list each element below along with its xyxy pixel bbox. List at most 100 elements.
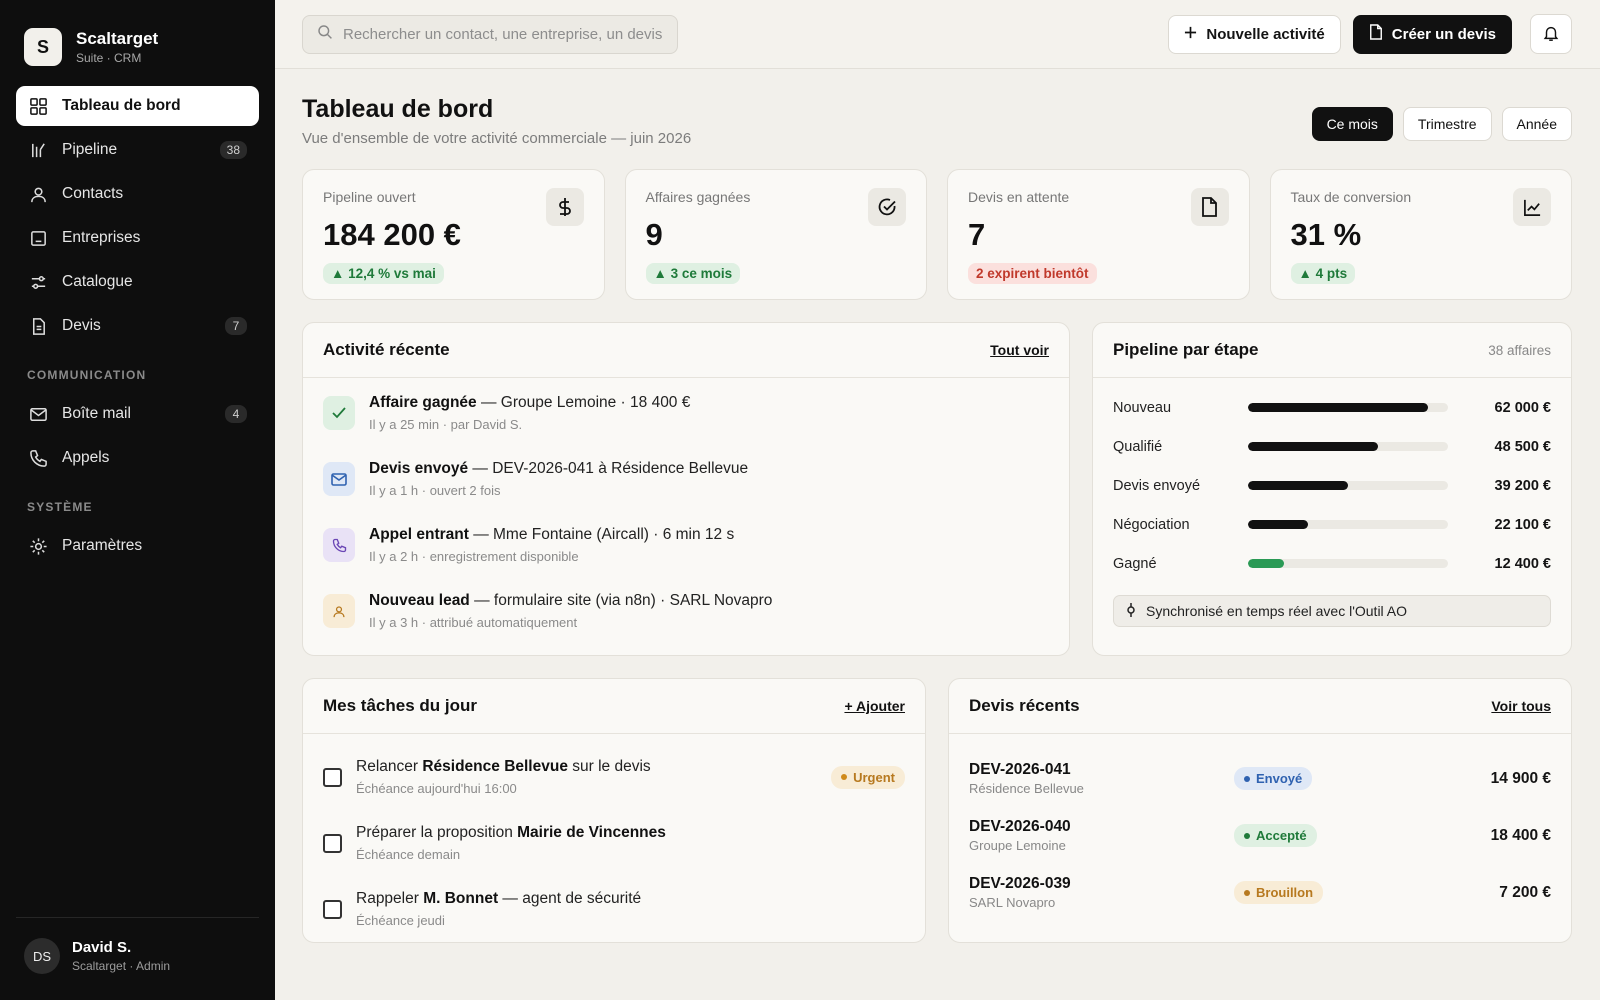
avatar: DS: [24, 938, 60, 974]
chart-line-icon: [1513, 188, 1551, 226]
status-badge: Accepté: [1234, 824, 1317, 847]
kpi-label: Taux de conversion: [1290, 189, 1412, 205]
task-target: Résidence Bellevue: [422, 758, 568, 775]
sidebar-item-label: Entreprises: [62, 229, 141, 246]
task-text: — agent de sécurité: [498, 890, 642, 907]
sidebar-item-mail[interactable]: Boîte mail 4: [16, 394, 259, 434]
status-label: Envoyé: [1256, 771, 1303, 786]
kpi-value: 31 %: [1290, 217, 1362, 252]
see-all-quotes-link[interactable]: Voir tous: [1491, 698, 1551, 714]
activity-item[interactable]: Appel entrant — Mme Fontaine (Aircall) ·…: [323, 526, 1049, 592]
activity-detail: — Mme Fontaine (Aircall) · 6 min 12 s: [468, 526, 735, 543]
create-quote-label: Créer un devis: [1391, 25, 1496, 43]
phone-icon: [28, 448, 48, 468]
pipeline-icon: [28, 140, 48, 160]
sidebar-item-label: Devis: [62, 317, 101, 334]
sidebar-item-dashboard[interactable]: Tableau de bord: [16, 86, 259, 126]
activity-type: Nouveau lead: [369, 592, 470, 609]
activity-title: Activité récente: [323, 340, 450, 359]
quote-row[interactable]: DEV-2026-041 Résidence Bellevue Envoyé 1…: [969, 750, 1551, 807]
kpi-delta: ▲ 3 ce mois: [645, 263, 741, 284]
activity-meta: Il y a 25 min · par David S.: [369, 417, 523, 432]
building-icon: [28, 228, 48, 248]
activity-detail: — Groupe Lemoine · 18 400 €: [476, 394, 691, 411]
task-checkbox[interactable]: [323, 899, 342, 919]
stage-bar: [1248, 403, 1448, 412]
brand-logo: S: [24, 28, 62, 66]
period-quarter[interactable]: Trimestre: [1402, 107, 1492, 141]
sidebar-item-pipeline[interactable]: Pipeline 38: [16, 130, 259, 170]
sidebar: S Scaltarget Suite · CRM Tableau de bord…: [0, 0, 275, 1000]
check-circle-icon: [868, 188, 906, 226]
period-month[interactable]: Ce mois: [1311, 107, 1393, 141]
stage-row: Négociation 22 100 €: [1113, 505, 1551, 544]
add-task-link[interactable]: + Ajouter: [844, 698, 905, 714]
sidebar-item-entreprises[interactable]: Entreprises: [16, 218, 259, 258]
pipeline-deals-count: 38 affaires: [1488, 342, 1551, 358]
quote-amount: 18 400 €: [1490, 826, 1551, 844]
quote-id: DEV-2026-041: [969, 761, 1071, 778]
sidebar-item-contacts[interactable]: Contacts: [16, 174, 259, 214]
sidebar-item-label: Paramètres: [62, 537, 143, 554]
quote-client: SARL Novapro: [969, 895, 1056, 910]
task-item: Rappeler M. Bonnet — agent de sécurité É…: [323, 876, 905, 942]
sidebar-item-catalogue[interactable]: Catalogue: [16, 262, 259, 302]
quote-row[interactable]: DEV-2026-039 SARL Novapro Brouillon 7 20…: [969, 864, 1551, 921]
sync-text: Synchronisé en temps réel avec l'Outil A…: [1146, 603, 1408, 619]
stage-bar: [1248, 442, 1448, 451]
sidebar-item-appels[interactable]: Appels: [16, 438, 259, 478]
sidebar-item-devis[interactable]: Devis 7: [16, 306, 259, 346]
quote-amount: 7 200 €: [1499, 883, 1551, 901]
stage-value: 39 200 €: [1494, 477, 1551, 494]
search-box: [302, 14, 678, 54]
sidebar-item-label: Tableau de bord: [62, 97, 181, 114]
stage-bar-fill: [1248, 559, 1284, 568]
dashboard-content: Tableau de bord Vue d'ensemble de votre …: [275, 69, 1600, 1000]
section-label-communication: COMMUNICATION: [27, 368, 147, 382]
search-input[interactable]: [343, 25, 663, 43]
recent-quotes-card: Devis récents Voir tous DEV-2026-041 Rés…: [948, 678, 1572, 943]
gear-icon: [28, 536, 48, 556]
kpi-card-pending: Devis en attente 7 2 expirent bientôt: [947, 169, 1250, 300]
stage-value: 22 100 €: [1494, 516, 1551, 533]
kpi-value: 9: [645, 217, 663, 252]
task-checkbox[interactable]: [323, 767, 342, 787]
task-item: Préparer la proposition Mairie de Vincen…: [323, 810, 905, 876]
task-list: Relancer Résidence Bellevue sur le devis…: [303, 734, 925, 942]
quote-id: DEV-2026-040: [969, 818, 1071, 835]
activity-detail: — DEV-2026-041 à Résidence Bellevue: [468, 460, 749, 477]
activity-item[interactable]: Affaire gagnée — Groupe Lemoine · 18 400…: [323, 394, 1049, 460]
stage-bar-fill: [1248, 442, 1378, 451]
check-icon: [323, 396, 355, 430]
activity-type: Devis envoyé: [369, 460, 469, 477]
activity-item[interactable]: Devis envoyé — DEV-2026-041 à Résidence …: [323, 460, 1049, 526]
brand: S Scaltarget Suite · CRM: [16, 0, 259, 86]
period-selector: Ce mois Trimestre Année: [1311, 107, 1572, 141]
mail-count-badge: 4: [225, 405, 247, 423]
file-icon: [1190, 188, 1229, 226]
bell-icon: [1542, 24, 1560, 45]
user-profile[interactable]: DS David S. Scaltarget · Admin: [16, 917, 259, 1000]
notifications-button[interactable]: [1530, 14, 1572, 54]
quote-row[interactable]: DEV-2026-040 Groupe Lemoine Accepté 18 4…: [969, 807, 1551, 864]
kpi-card-won: Affaires gagnées 9 ▲ 3 ce mois: [624, 169, 927, 300]
task-checkbox[interactable]: [323, 833, 342, 853]
section-label-system: SYSTÈME: [27, 500, 93, 514]
kpi-card-pipeline: Pipeline ouvert 184 200 € ▲ 12,4 % vs ma…: [302, 169, 605, 300]
sidebar-item-parametres[interactable]: Paramètres: [16, 526, 259, 566]
activity-see-all-link[interactable]: Tout voir: [990, 342, 1049, 358]
kpi-card-conversion: Taux de conversion 31 % ▲ 4 pts: [1269, 169, 1572, 300]
activity-detail: — formulaire site (via n8n) · SARL Novap…: [469, 592, 773, 609]
phone-icon: [323, 528, 355, 562]
kpi-value: 184 200 €: [323, 217, 461, 252]
create-quote-button[interactable]: Créer un devis: [1352, 14, 1512, 54]
new-activity-button[interactable]: Nouvelle activité: [1168, 14, 1341, 54]
urgent-badge: Urgent: [831, 765, 905, 789]
activity-item[interactable]: Nouveau lead — formulaire site (via n8n)…: [323, 592, 1049, 655]
new-activity-label: Nouvelle activité: [1206, 25, 1325, 43]
sidebar-item-label: Boîte mail: [62, 405, 131, 422]
task-due: Échéance jeudi: [356, 913, 445, 928]
tasks-title: Mes tâches du jour: [323, 696, 477, 715]
stage-name: Négociation: [1113, 516, 1190, 533]
period-year[interactable]: Année: [1501, 107, 1572, 141]
